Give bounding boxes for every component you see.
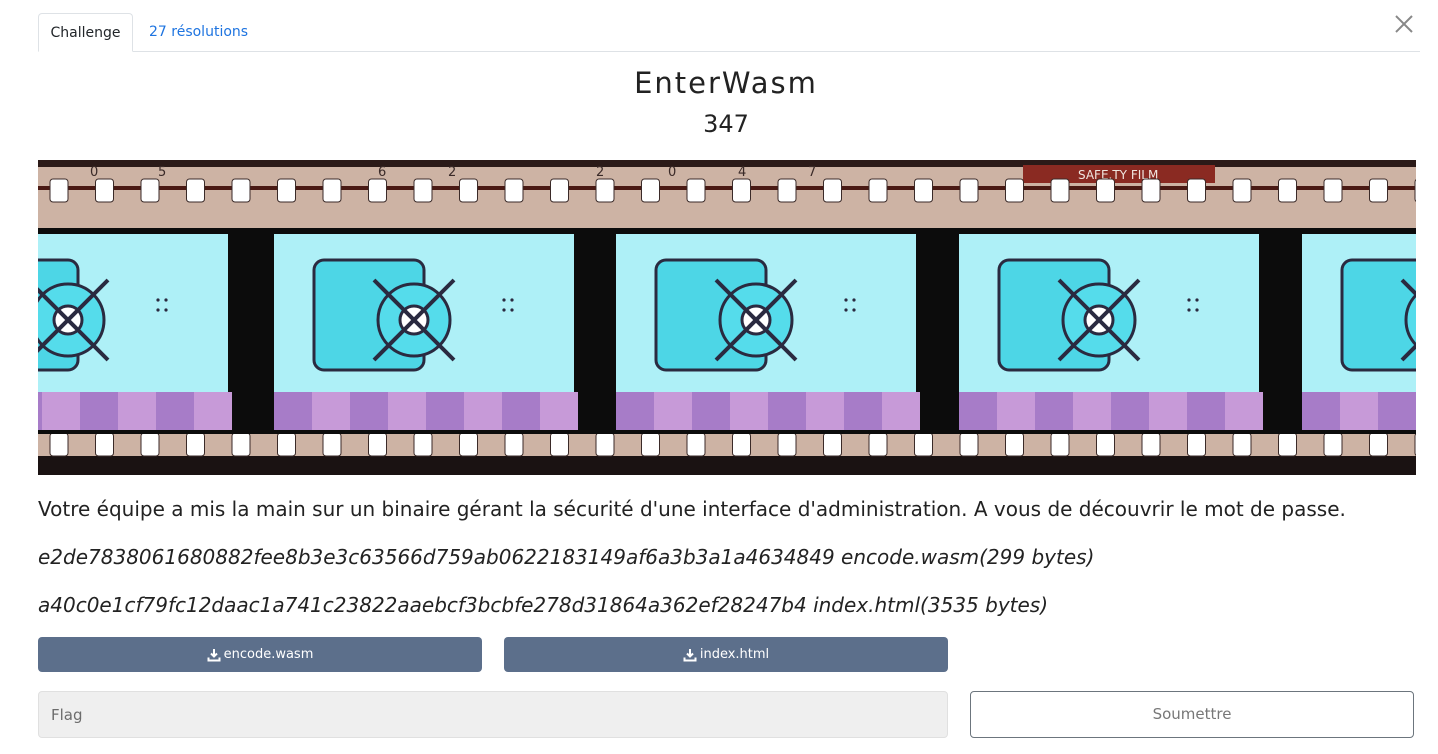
sprocket-hole (686, 178, 706, 203)
sprocket-hole (1050, 432, 1070, 457)
sprocket-hole (959, 178, 979, 203)
sprocket-hole (95, 432, 114, 457)
tab-solves[interactable]: 27 résolutions (133, 13, 264, 51)
sprocket-hole (504, 432, 524, 457)
challenge-description: Votre équipe a mis la main sur un binair… (38, 497, 1346, 521)
sprocket-hole (49, 432, 69, 457)
challenge-title: EnterWasm (634, 66, 818, 100)
frame-number: 6 (378, 165, 386, 180)
sprocket-hole (231, 178, 251, 203)
frame-number: 2 (596, 165, 604, 180)
sprocket-hole (1096, 432, 1115, 457)
sprocket-hole (186, 178, 205, 203)
sprocket-hole (459, 178, 478, 203)
download-label: index.html (699, 647, 770, 662)
sprocket-hole (231, 432, 251, 457)
download-icon (207, 648, 221, 661)
sprocket-hole (914, 432, 933, 457)
sprocket-hole (1141, 432, 1161, 457)
sprocket-hole (1323, 178, 1343, 203)
download-label: encode.wasm (223, 647, 314, 662)
sprocket-hole (368, 432, 387, 457)
sprocket-hole (732, 178, 751, 203)
sprocket-hole (277, 432, 296, 457)
download-icon (683, 648, 697, 661)
film-frame (38, 234, 232, 430)
sprocket-hole (1414, 433, 1416, 456)
sprocket-hole (823, 432, 842, 457)
sprocket-hole (368, 178, 387, 203)
film-frame (616, 234, 920, 430)
file-hash-line: e2de7838061680882fee8b3e3c63566d759ab062… (38, 545, 1095, 569)
sprocket-hole (413, 432, 433, 457)
sprocket-hole (550, 178, 569, 203)
frame-number: 4 (738, 165, 746, 180)
tab-challenge[interactable]: Challenge (38, 13, 133, 52)
sprocket-hole (1278, 178, 1297, 203)
sprocket-hole (777, 178, 797, 203)
tab-bar: Challenge 27 résolutions (38, 13, 1420, 52)
frame-number: 5 (158, 165, 166, 180)
sprocket-hole (277, 178, 296, 203)
sprocket-hole (686, 432, 706, 457)
sprocket-hole (1232, 432, 1252, 457)
sprocket-hole (49, 178, 69, 203)
sprocket-hole (1187, 178, 1206, 203)
challenge-points: 347 (703, 110, 749, 138)
sprocket-hole (595, 178, 615, 203)
sprocket-hole (322, 178, 342, 203)
sprocket-hole (914, 178, 933, 203)
sprocket-hole (641, 178, 660, 203)
film-frame (1302, 234, 1416, 430)
sprocket-hole (1187, 432, 1206, 457)
flag-input[interactable] (38, 691, 948, 738)
sprocket-hole (413, 178, 433, 203)
sprocket-hole (504, 178, 524, 203)
sprocket-hole (868, 178, 888, 203)
sprocket-hole (1050, 178, 1070, 203)
sprocket-hole (1005, 178, 1024, 203)
frame-number: 0 (668, 165, 676, 180)
submit-button[interactable]: Soumettre (970, 691, 1414, 738)
sprocket-hole (641, 432, 660, 457)
film-frame (959, 234, 1263, 430)
sprocket-hole (186, 432, 205, 457)
file-hash-line: a40c0e1cf79fc12daac1a741c23822aaebcf3bcb… (38, 593, 1049, 617)
sprocket-hole (595, 432, 615, 457)
frame-number: 7 (808, 165, 816, 180)
download-encode-wasm-button[interactable]: encode.wasm (38, 637, 482, 672)
sprocket-hole (322, 432, 342, 457)
sprocket-hole (959, 432, 979, 457)
sprocket-hole (1096, 178, 1115, 203)
sprocket-hole (868, 432, 888, 457)
film-strip-banner: SAFE.TY FILM 05622047 (38, 160, 1416, 475)
sprocket-hole (1369, 432, 1388, 457)
sprocket-hole (1369, 178, 1388, 203)
sprocket-hole (1414, 179, 1416, 202)
sprocket-hole (140, 432, 160, 457)
sprocket-hole (459, 432, 478, 457)
sprocket-hole (1232, 178, 1252, 203)
challenge-modal: Challenge 27 résolutions EnterWasm 347 S… (0, 0, 1438, 754)
download-index-html-button[interactable]: index.html (504, 637, 948, 672)
sprocket-hole (1323, 432, 1343, 457)
sprocket-hole (140, 178, 160, 203)
sprocket-hole (823, 178, 842, 203)
sprocket-hole (1141, 178, 1161, 203)
frame-number: 0 (90, 165, 98, 180)
sprocket-hole (95, 178, 114, 203)
sprocket-hole (732, 432, 751, 457)
sprocket-hole (1005, 432, 1024, 457)
sprocket-hole (1278, 432, 1297, 457)
frame-number: 2 (448, 165, 456, 180)
film-frame (274, 234, 578, 430)
sprocket-hole (777, 432, 797, 457)
sprocket-hole (550, 432, 569, 457)
